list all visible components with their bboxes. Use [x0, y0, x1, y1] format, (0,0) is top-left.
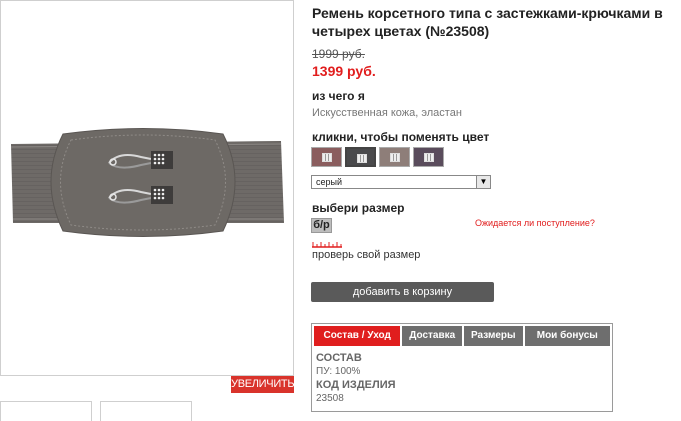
material-value: Искусственная кожа, эластан — [312, 107, 462, 119]
color-swatch-1[interactable] — [311, 147, 342, 167]
chevron-down-icon[interactable]: ▼ — [476, 176, 490, 188]
zoom-button[interactable]: УВЕЛИЧИТЬ — [231, 376, 295, 393]
color-select[interactable]: серый ▼ — [311, 175, 491, 189]
buckle-icon — [322, 153, 332, 162]
tab-bar: Состав / Уход Доставка Размеры Мои бонус… — [312, 324, 612, 346]
expected-arrival-link[interactable]: Ожидается ли поступление? — [475, 218, 595, 228]
thumbnail-2[interactable] — [100, 401, 192, 421]
thumbnail-1[interactable] — [0, 401, 92, 421]
material-label: из чего я — [312, 89, 365, 103]
composition-value: ПУ: 100% — [316, 366, 361, 377]
product-title: Ремень корсетного типа с застежками-крюч… — [312, 5, 663, 39]
color-swatch-2[interactable] — [345, 147, 376, 167]
composition-heading: СОСТАВ — [316, 352, 362, 364]
color-swatch-3[interactable] — [379, 147, 410, 167]
add-to-cart-button[interactable]: добавить в корзину — [311, 282, 494, 302]
tab-delivery[interactable]: Доставка — [402, 326, 462, 346]
buckle-icon — [357, 154, 367, 163]
size-label: выбери размер — [312, 201, 405, 215]
tab-bonuses[interactable]: Мои бонусы — [524, 326, 610, 346]
product-code-heading: КОД ИЗДЕЛИЯ — [316, 379, 396, 391]
tab-sizes[interactable]: Размеры — [464, 326, 523, 346]
color-label: кликни, чтобы поменять цвет — [312, 130, 490, 144]
tab-content: СОСТАВ ПУ: 100% КОД ИЗДЕЛИЯ 23508 — [312, 346, 612, 406]
size-option[interactable]: б/р — [311, 218, 332, 233]
new-price: 1399 руб. — [312, 63, 376, 79]
product-code-value: 23508 — [316, 393, 344, 404]
product-info-tabs: Состав / Уход Доставка Размеры Мои бонус… — [311, 323, 613, 412]
check-size-link[interactable]: проверь свой размер — [312, 249, 420, 261]
tab-composition[interactable]: Состав / Уход — [314, 326, 401, 346]
color-swatches — [311, 147, 444, 167]
old-price: 1999 руб. — [312, 47, 365, 61]
color-swatch-4[interactable] — [413, 147, 444, 167]
ruler-icon[interactable] — [312, 240, 342, 248]
buckle-icon — [390, 153, 400, 162]
color-select-value: серый — [316, 177, 343, 187]
belt-image — [10, 128, 284, 237]
buckle-icon — [424, 153, 434, 162]
product-main-image[interactable] — [0, 0, 294, 376]
